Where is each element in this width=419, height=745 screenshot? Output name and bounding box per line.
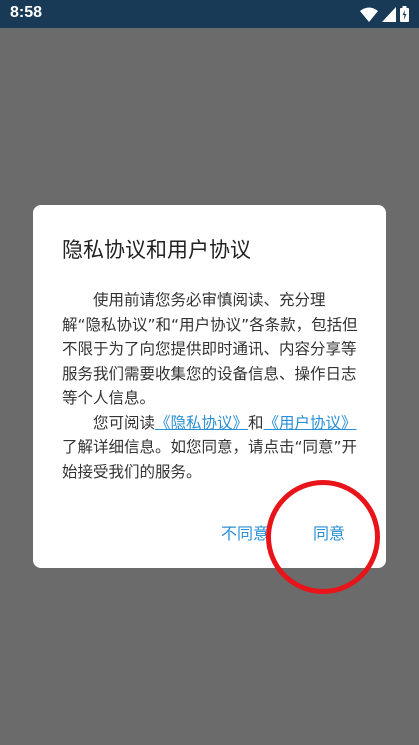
agree-instruction-text: 了解详细信息。如您同意，请点击“同意”开始接受我们的服务。 [62, 438, 358, 481]
dialog-title: 隐私协议和用户协议 [62, 238, 251, 262]
privacy-dialog: 隐私协议和用户协议 使用前请您务必审慎阅读、充分理解“隐私协议”和“用户协议”各… [33, 205, 386, 568]
disagree-button[interactable]: 不同意 [221, 520, 269, 544]
signal-icon [382, 6, 396, 22]
read-prefix-text: 您可阅读 [93, 413, 156, 432]
policy-paragraph: 使用前请您务必审慎阅读、充分理解“隐私协议”和“用户协议”各条款，包括但不限于为… [62, 291, 358, 407]
and-text: 和 [248, 413, 264, 432]
wifi-icon [360, 7, 378, 22]
agree-button[interactable]: 同意 [313, 520, 345, 544]
battery-icon [400, 6, 409, 22]
status-time: 8:58 [10, 4, 43, 21]
user-agreement-link[interactable]: 《用户协议》 [264, 414, 357, 432]
privacy-policy-link[interactable]: 《隐私协议》 [155, 414, 248, 432]
links-paragraph: 您可阅读《隐私协议》和《用户协议》了解详细信息。如您同意，请点击“同意”开始接受… [62, 411, 362, 485]
dialog-body: 使用前请您务必审慎阅读、充分理解“隐私协议”和“用户协议”各条款，包括但不限于为… [62, 288, 362, 484]
status-bar: 8:58 [0, 0, 419, 28]
status-icons [360, 5, 409, 23]
